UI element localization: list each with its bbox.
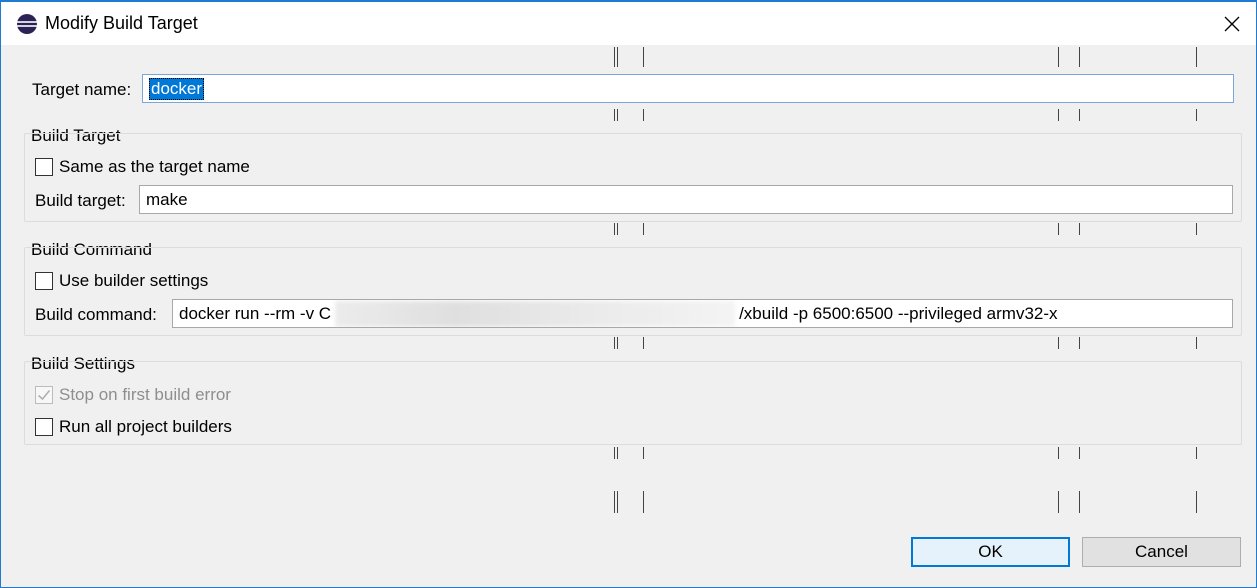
modify-build-target-dialog: Modify Build Target Target name: docker …	[0, 0, 1257, 588]
same-as-target-checkbox-row[interactable]: Same as the target name	[35, 157, 250, 177]
build-command-value-suffix: /xbuild -p 6500:6500 --privileged armv32…	[739, 303, 1058, 323]
build-command-value-prefix: docker run --rm -v C	[179, 303, 332, 323]
use-builder-settings-checkbox[interactable]	[35, 272, 53, 290]
cancel-button[interactable]: Cancel	[1082, 537, 1241, 567]
build-target-value: make	[146, 189, 188, 209]
use-builder-settings-label: Use builder settings	[59, 271, 209, 290]
same-as-target-checkbox[interactable]	[35, 158, 53, 176]
target-name-label: Target name:	[32, 80, 132, 99]
ok-button[interactable]: OK	[911, 537, 1070, 567]
stop-on-first-error-label: Stop on first build error	[59, 385, 231, 404]
build-target-input[interactable]: make	[139, 185, 1233, 214]
build-command-input[interactable]: docker run --rm -v C /xbuild -p 6500:650…	[172, 299, 1233, 328]
build-command-label: Build command:	[35, 305, 157, 324]
dialog-content: Target name: docker Build Target Same as…	[1, 45, 1256, 587]
run-all-builders-checkbox[interactable]	[35, 418, 53, 436]
checkmark-icon	[37, 389, 51, 401]
run-all-builders-checkbox-row[interactable]: Run all project builders	[35, 417, 232, 437]
close-icon	[1224, 16, 1240, 32]
window-title: Modify Build Target	[45, 13, 198, 33]
eclipse-icon	[16, 13, 38, 35]
target-name-input[interactable]: docker	[142, 74, 1234, 103]
build-target-label: Build target:	[35, 191, 126, 210]
run-all-builders-label: Run all project builders	[59, 417, 232, 436]
use-builder-settings-checkbox-row[interactable]: Use builder settings	[35, 271, 208, 291]
close-button[interactable]	[1218, 10, 1246, 38]
stop-on-first-error-checkbox-row: Stop on first build error	[35, 385, 231, 405]
title-bar: Modify Build Target	[1, 2, 1256, 45]
same-as-target-label: Same as the target name	[59, 157, 250, 176]
target-name-value: docker	[149, 77, 205, 100]
stop-on-first-error-checkbox	[35, 386, 53, 404]
redacted-path	[335, 300, 736, 327]
